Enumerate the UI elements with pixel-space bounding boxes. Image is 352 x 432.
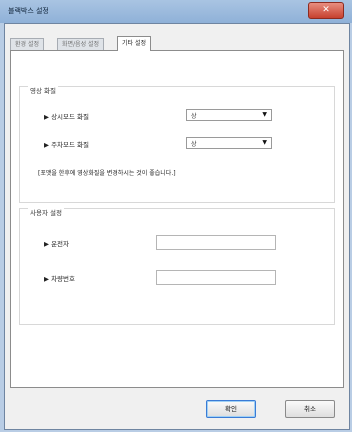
user-settings-title: 사용자 설정 [28,207,64,217]
vehicle-number-label: ▶ 차량번호 [44,275,75,283]
tab-panel-other: 영상 화질 ▶ 상시모드 화질 상 ▼ ▶ 주차모드 화질 상 ▼ [포맷을 한… [10,50,344,388]
close-icon: ✕ [322,5,330,15]
video-quality-title: 영상 화질 [28,85,58,95]
close-button[interactable]: ✕ [308,2,344,19]
always-mode-quality-value: 상 [191,113,197,120]
dialog-client-area: 환경 설정 화면/음성 설정 기타 설정 영상 화질 ▶ 상시모드 화질 상 ▼… [4,23,350,430]
dialog-title: 블랙박스 설정 [8,7,49,15]
ok-button[interactable]: 확인 [206,400,256,418]
parking-mode-quality-select[interactable]: 상 ▼ [186,137,272,149]
driver-label: ▶ 운전자 [44,240,70,248]
chevron-down-icon: ▼ [262,111,267,118]
user-settings-group: 사용자 설정 ▶ 운전자 ▶ 차량번호 [19,207,335,325]
settings-dialog: 블랙박스 설정 ✕ 환경 설정 화면/음성 설정 기타 설정 영상 화질 ▶ 상… [0,0,352,432]
title-bar: 블랙박스 설정 ✕ [0,0,352,23]
tab-other[interactable]: 기타 설정 [117,36,151,51]
video-quality-group: 영상 화질 ▶ 상시모드 화질 상 ▼ ▶ 주차모드 화질 상 ▼ [포맷을 한… [19,85,335,203]
always-mode-quality-select[interactable]: 상 ▼ [186,109,272,121]
always-mode-quality-label: ▶ 상시모드 화질 [44,113,90,121]
chevron-down-icon: ▼ [262,139,267,146]
vehicle-number-field[interactable] [156,270,276,285]
tab-screen-audio[interactable]: 화면/음성 설정 [57,38,105,50]
tab-environment[interactable]: 환경 설정 [10,38,44,50]
driver-field[interactable] [156,235,276,250]
format-note: [포맷을 한후에 영상화질을 변경하시는 것이 좋습니다.] [38,170,176,177]
cancel-button[interactable]: 취소 [285,400,335,418]
parking-mode-quality-value: 상 [191,141,197,148]
parking-mode-quality-label: ▶ 주차모드 화질 [44,141,90,149]
